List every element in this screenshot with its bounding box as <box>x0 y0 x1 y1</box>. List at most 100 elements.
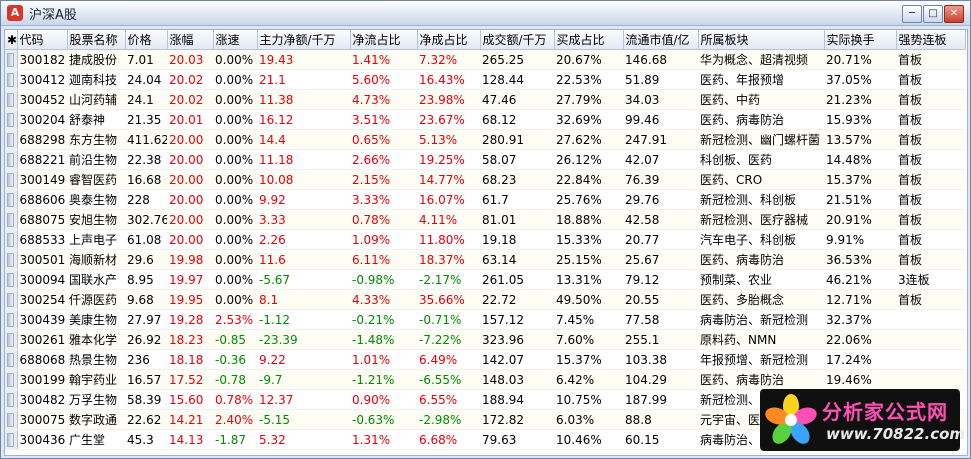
table-cell: 27.97 <box>125 309 167 330</box>
table-cell: 79.12 <box>623 269 698 290</box>
column-header[interactable]: 涨幅 <box>167 30 214 50</box>
row-marker-header[interactable]: ✱ <box>5 30 18 50</box>
table-row[interactable]: 300094 国联水产 8.95 19.97 0.00% -5.67 -0.98% -2.17… <box>5 269 965 290</box>
table-row[interactable]: 688533 上声电子 61.08 20.00 0.00% 2.26 1.09% 11.80%… <box>5 229 965 250</box>
column-header[interactable]: 净流占比 <box>350 30 418 50</box>
column-header[interactable]: 净成占比 <box>417 30 481 50</box>
table-cell: 255.1 <box>623 329 698 350</box>
table-row[interactable]: 300199 翰宇药业 16.57 17.52 -0.78 -9.7 -1.21% -6.55… <box>5 369 965 390</box>
row-marker[interactable] <box>5 349 18 370</box>
table-cell: -0.78 <box>213 369 257 390</box>
table-cell: 10.46% <box>554 429 623 450</box>
table-cell: 预制菜、农业 <box>698 269 824 290</box>
column-header[interactable]: 流通市值/亿 <box>623 30 699 50</box>
table-row[interactable]: 300452 山河药辅 24.1 20.02 0.00% 11.38 4.73% 23.98%… <box>5 89 965 110</box>
row-marker[interactable] <box>5 149 18 170</box>
table-cell: 26.92 <box>125 329 167 350</box>
table-cell: 3.51% <box>350 109 417 130</box>
column-header[interactable]: 价格 <box>125 30 168 50</box>
table-cell: 20.00 <box>167 129 213 150</box>
row-marker[interactable] <box>5 269 18 290</box>
column-header[interactable]: 涨速 <box>213 30 258 50</box>
table-cell: 300439 <box>17 309 67 330</box>
row-grip-icon <box>7 152 15 167</box>
table-cell: 14.77% <box>417 169 480 190</box>
row-grip-icon <box>7 112 15 127</box>
table-cell: 20.71% <box>824 49 896 70</box>
table-cell: 688221 <box>17 149 67 170</box>
table-cell: 0.00% <box>213 49 257 70</box>
table-cell: 前沿生物 <box>67 149 125 170</box>
row-marker[interactable] <box>5 209 18 230</box>
table-cell: -1.48% <box>350 329 417 350</box>
table-cell: 22.72 <box>480 289 554 310</box>
table-cell: 11.38 <box>257 89 350 110</box>
table-row[interactable]: 300261 雅本化学 26.92 18.23 -0.85 -23.39 -1.48% -7.… <box>5 329 965 350</box>
table-cell: 21.1 <box>257 69 350 90</box>
table-row[interactable]: 688606 奥泰生物 228 20.00 0.00% 9.92 3.33% 16.07% 61… <box>5 189 965 210</box>
table-row[interactable]: 300439 美康生物 27.97 19.28 2.53% -1.12 -0.21% -0.7… <box>5 309 965 330</box>
row-marker[interactable] <box>5 129 18 150</box>
row-marker[interactable] <box>5 229 18 250</box>
column-header[interactable]: 主力净额/千万 <box>257 30 351 50</box>
row-marker[interactable] <box>5 309 18 330</box>
table-row[interactable]: 688298 东方生物 411.62 20.00 0.00% 14.4 0.65% 5.13%… <box>5 129 965 150</box>
watermark-title: 分析家公式网 <box>822 400 948 424</box>
table-cell: 16.12 <box>257 109 350 130</box>
table-cell: -0.63% <box>350 409 417 430</box>
table-row[interactable]: 300204 舒泰神 21.35 20.01 0.00% 16.12 3.51% 23.67%… <box>5 109 965 130</box>
row-marker[interactable] <box>5 369 18 390</box>
table-cell: 迦南科技 <box>67 69 125 90</box>
column-header[interactable]: 所属板块 <box>698 30 825 50</box>
table-cell: 17.52 <box>167 369 213 390</box>
row-marker[interactable] <box>5 389 18 410</box>
table-cell: 300412 <box>17 69 67 90</box>
column-header[interactable]: 代码 <box>17 30 68 50</box>
row-marker[interactable] <box>5 49 18 70</box>
minimize-button[interactable]: ─ <box>902 5 922 23</box>
table-cell: 172.82 <box>480 409 554 430</box>
table-cell: 29.6 <box>125 249 167 270</box>
row-marker[interactable] <box>5 189 18 210</box>
table-cell <box>896 329 965 350</box>
table-row[interactable]: 300182 捷成股份 7.01 20.03 0.00% 19.43 1.41% 7.32% 2… <box>5 49 965 70</box>
table-cell: 0.00% <box>213 129 257 150</box>
table-row[interactable]: 300412 迦南科技 24.04 20.02 0.00% 21.1 5.60% 16.43%… <box>5 69 965 90</box>
row-marker[interactable] <box>5 409 18 430</box>
title-bar[interactable]: A 沪深A股 ─ □ ✕ <box>1 1 970 26</box>
table-cell: 20.91% <box>824 209 896 230</box>
column-header[interactable]: 股票名称 <box>67 30 126 50</box>
column-header[interactable]: 成交额/千万 <box>480 30 555 50</box>
table-row[interactable]: 300501 海顺新材 29.6 19.98 0.00% 11.6 6.11% 18.37% 6… <box>5 249 965 270</box>
maximize-button[interactable]: □ <box>923 5 943 23</box>
table-cell: 16.43% <box>417 69 480 90</box>
table-cell: 300452 <box>17 89 67 110</box>
row-marker[interactable] <box>5 89 18 110</box>
table-cell: 1.31% <box>350 429 417 450</box>
row-marker[interactable] <box>5 329 18 350</box>
table-row[interactable]: 688221 前沿生物 22.38 20.00 0.00% 11.18 2.66% 19.25… <box>5 149 965 170</box>
row-grip-icon <box>7 72 15 87</box>
row-marker[interactable] <box>5 169 18 190</box>
table-row[interactable]: 300254 仟源医药 9.68 19.95 0.00% 8.1 4.33% 35.66% 22… <box>5 289 965 310</box>
table-cell: 3连板 <box>896 269 965 290</box>
table-cell: 300094 <box>17 269 67 290</box>
row-marker[interactable] <box>5 249 18 270</box>
table-row[interactable]: 300149 睿智医药 16.68 20.00 0.00% 10.08 2.15% 14.77… <box>5 169 965 190</box>
table-cell: 20.02 <box>167 89 213 110</box>
table-cell: 首板 <box>896 249 965 270</box>
table-cell: 34.03 <box>623 89 698 110</box>
table-cell: -5.67 <box>257 269 350 290</box>
column-header[interactable]: 买成占比 <box>554 30 624 50</box>
table-row[interactable]: 688075 安旭生物 302.76 20.00 0.00% 3.33 0.78% 4.11%… <box>5 209 965 230</box>
row-marker[interactable] <box>5 289 18 310</box>
row-marker[interactable] <box>5 429 18 450</box>
table-cell: 19.28 <box>167 309 213 330</box>
row-marker[interactable] <box>5 109 18 130</box>
row-marker[interactable] <box>5 69 18 90</box>
column-header[interactable]: 强势连板 <box>896 30 966 50</box>
table-cell: 32.69% <box>554 109 623 130</box>
table-row[interactable]: 688068 热景生物 236 18.18 -0.36 9.22 1.01% 6.49% 142… <box>5 349 965 370</box>
column-header[interactable]: 实际换手 <box>824 30 897 50</box>
close-button[interactable]: ✕ <box>944 5 964 23</box>
